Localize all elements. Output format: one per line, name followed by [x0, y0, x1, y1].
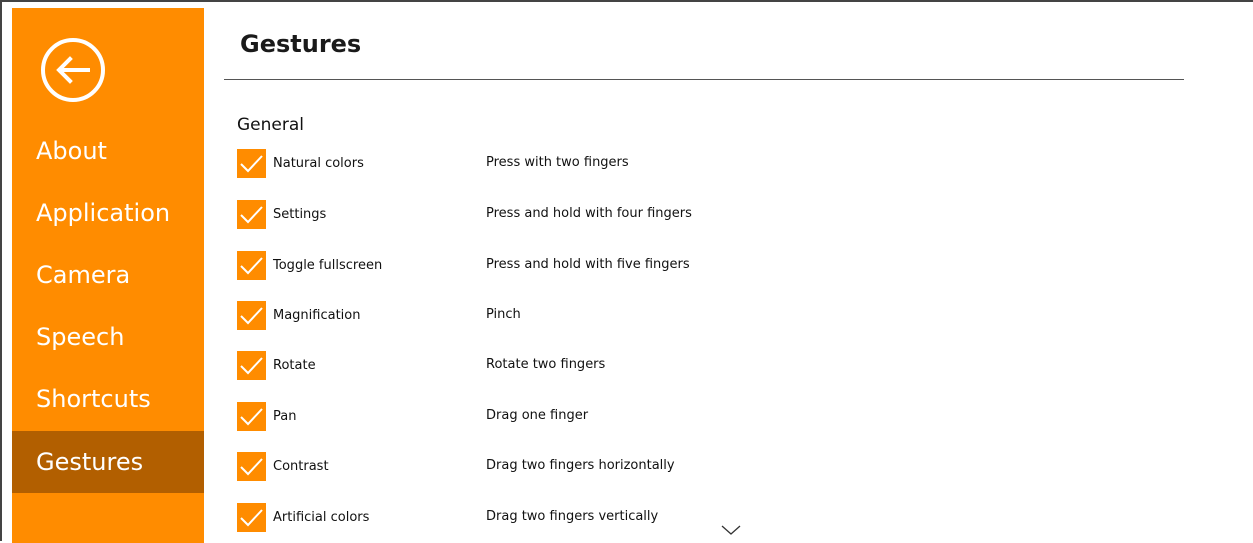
artificial-colors-checkbox[interactable]: [237, 503, 266, 532]
checkmark-icon: [240, 458, 263, 476]
rotate-checkbox[interactable]: [237, 351, 266, 380]
checkmark-icon: [240, 206, 263, 224]
checkmark-icon: [240, 155, 263, 173]
gesture-row-rotate: Rotate Rotate two fingers: [237, 351, 937, 383]
gesture-action: Press and hold with five fingers: [486, 257, 690, 272]
gesture-row-contrast: Contrast Drag two fingers horizontally: [237, 452, 937, 484]
gesture-action: Drag one finger: [486, 408, 589, 423]
sidebar-item-gestures[interactable]: Gestures: [12, 431, 204, 493]
contrast-checkbox[interactable]: [237, 452, 266, 481]
gesture-row-settings: Settings Press and hold with four finger…: [237, 200, 937, 232]
settings-window: About Application Camera Speech Shortcut…: [0, 0, 1253, 543]
gesture-name: Settings: [273, 207, 327, 222]
sidebar-item-camera[interactable]: Camera: [12, 244, 204, 306]
sidebar: About Application Camera Speech Shortcut…: [12, 8, 204, 543]
page-title: Gestures: [240, 30, 362, 58]
checkmark-icon: [240, 509, 263, 527]
sidebar-item-about[interactable]: About: [12, 120, 204, 182]
gesture-action: Drag two fingers vertically: [486, 509, 659, 524]
pan-checkbox[interactable]: [237, 402, 266, 431]
sidebar-item-shortcuts[interactable]: Shortcuts: [12, 368, 204, 430]
gesture-name: Toggle fullscreen: [273, 258, 383, 273]
toggle-fullscreen-checkbox[interactable]: [237, 251, 266, 280]
back-arrow-circle-icon: [56, 56, 90, 84]
checkmark-icon: [240, 257, 263, 275]
gesture-action: Press and hold with four fingers: [486, 206, 692, 221]
gesture-row-artificial-colors: Artificial colors Drag two fingers verti…: [237, 503, 937, 535]
magnification-checkbox[interactable]: [237, 301, 266, 330]
checkmark-icon: [240, 357, 263, 375]
sidebar-item-speech[interactable]: Speech: [12, 306, 204, 368]
checkmark-icon: [240, 307, 263, 325]
chevron-down-icon: [721, 525, 741, 535]
gesture-action: Drag two fingers horizontally: [486, 458, 675, 473]
gesture-name: Pan: [273, 409, 297, 424]
settings-checkbox[interactable]: [237, 200, 266, 229]
gesture-action: Pinch: [486, 307, 521, 322]
gesture-name: Rotate: [273, 358, 316, 373]
gesture-name: Artificial colors: [273, 510, 370, 525]
scroll-down-button[interactable]: [720, 522, 742, 536]
main-content: Gestures General Natural colors Press wi…: [204, 2, 1253, 541]
gesture-action: Rotate two fingers: [486, 357, 606, 372]
checkmark-icon: [240, 408, 263, 426]
gesture-name: Natural colors: [273, 156, 364, 171]
gesture-name: Magnification: [273, 308, 361, 323]
gesture-row-magnification: Magnification Pinch: [237, 301, 937, 333]
gesture-row-natural-colors: Natural colors Press with two fingers: [237, 149, 937, 181]
gesture-action: Press with two fingers: [486, 155, 629, 170]
back-button[interactable]: [41, 38, 105, 102]
gesture-name: Contrast: [273, 459, 329, 474]
sidebar-item-application[interactable]: Application: [12, 182, 204, 244]
gesture-row-pan: Pan Drag one finger: [237, 402, 937, 434]
natural-colors-checkbox[interactable]: [237, 149, 266, 178]
title-divider: [224, 79, 1184, 80]
section-heading: General: [237, 115, 304, 135]
gesture-row-toggle-fullscreen: Toggle fullscreen Press and hold with fi…: [237, 251, 937, 283]
